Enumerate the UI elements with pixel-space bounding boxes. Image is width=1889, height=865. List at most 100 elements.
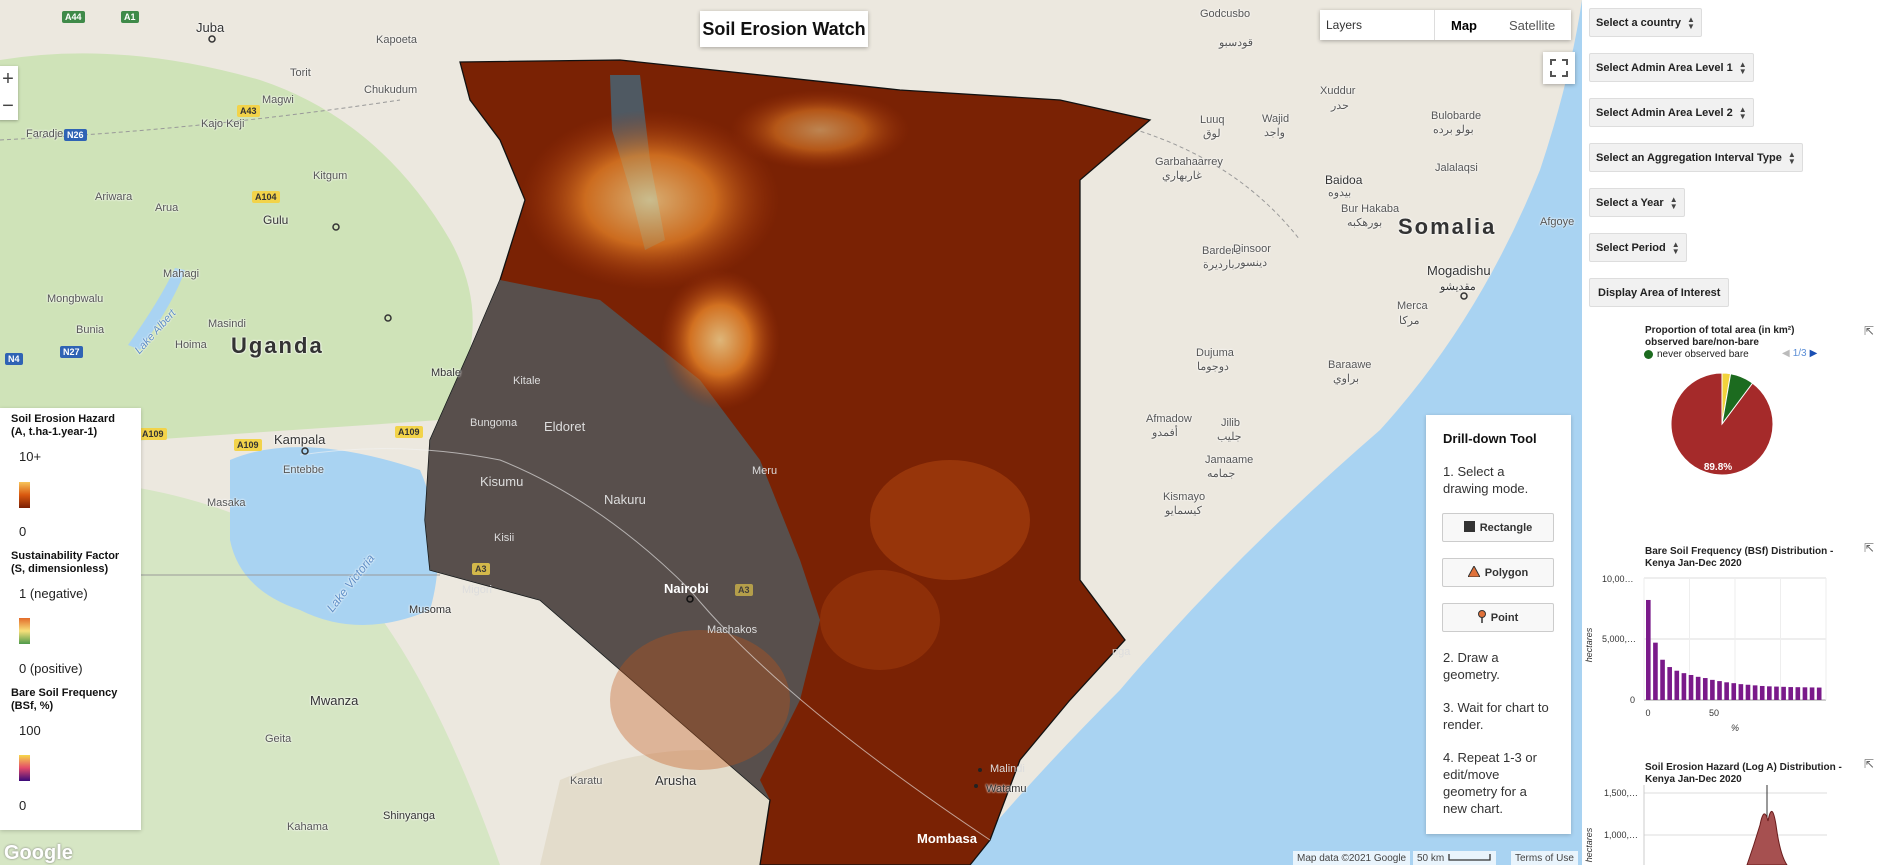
google-logo: Google	[4, 842, 73, 864]
histogram-bar[interactable]	[1788, 687, 1794, 700]
legend-sustain-max: 1 (negative)	[19, 586, 88, 601]
histogram-bar[interactable]	[1710, 679, 1715, 700]
zoom-out-button[interactable]: −	[0, 93, 18, 120]
road-shield: A109	[139, 428, 167, 440]
bsf-ytick-top: 10,00…	[1602, 574, 1634, 584]
select-year-label: Select a Year	[1596, 196, 1664, 209]
label-xuddur-ar: حدر	[1331, 100, 1349, 112]
road-shield: A109	[395, 426, 423, 438]
bsf-ytick-mid: 5,000,…	[1602, 634, 1636, 644]
map-canvas[interactable]: Somalia Uganda Juba Kampala Nairobi Moga…	[0, 0, 1582, 865]
histogram-bar[interactable]	[1702, 678, 1708, 700]
histogram-bar[interactable]	[1681, 673, 1687, 700]
pie-chart: 89.8%	[1670, 372, 1774, 476]
select-period-label: Select Period	[1596, 241, 1666, 254]
histogram-bar[interactable]	[1738, 684, 1744, 700]
terms-link[interactable]: Terms of Use	[1511, 851, 1578, 865]
zoom-in-button[interactable]: +	[0, 66, 18, 93]
label-arusha: Arusha	[655, 773, 697, 788]
label-bunia: Bunia	[76, 324, 105, 336]
histogram-bar[interactable]	[1759, 685, 1765, 700]
rectangle-button[interactable]: Rectangle	[1442, 513, 1554, 542]
map-type-map-button[interactable]: Map	[1435, 10, 1493, 40]
legend-erosion-min: 0	[19, 524, 27, 539]
label-machakos: Machakos	[707, 624, 758, 636]
histogram-bar[interactable]	[1667, 667, 1672, 700]
histogram-bar[interactable]	[1731, 683, 1737, 700]
histogram-bar[interactable]	[1695, 676, 1701, 700]
legend-bare-title-line2: (BSf, %)	[11, 700, 54, 712]
histogram-bar[interactable]	[1795, 687, 1801, 700]
histogram-bar[interactable]	[1781, 686, 1786, 700]
bsf-xlabel: %	[1731, 723, 1739, 733]
histogram-bar[interactable]	[1752, 685, 1758, 700]
legend-sustain-title: Sustainability Factor (S, dimensionless)	[11, 550, 119, 576]
histogram-bar[interactable]	[1646, 599, 1651, 700]
label-baidoa: Baidoa	[1325, 173, 1363, 187]
histogram-bar[interactable]	[1809, 687, 1815, 700]
popout-icon[interactable]: ⇱	[1864, 541, 1874, 555]
label-mogadishu-ar: مقديشو	[1440, 281, 1476, 293]
select-period[interactable]: Select Period ▲ ▼	[1589, 233, 1687, 262]
select-year[interactable]: Select a Year ▲ ▼	[1589, 188, 1685, 217]
display-aoi-button[interactable]: Display Area of Interest	[1589, 278, 1730, 307]
map-type-satellite-button[interactable]: Satellite	[1493, 10, 1571, 40]
erosion-ytick-mid: 1,000,…	[1604, 830, 1638, 840]
updown-arrow-icon: ▲ ▼	[1686, 14, 1695, 31]
label-ariwara: Ariwara	[95, 191, 133, 203]
select-country[interactable]: Select a country ▲ ▼	[1589, 8, 1702, 37]
histogram-bar[interactable]	[1816, 687, 1822, 700]
histogram-bar[interactable]	[1745, 684, 1751, 700]
road-shield: A3	[472, 563, 490, 575]
label-kapoeta: Kapoeta	[376, 34, 417, 46]
histogram-bar[interactable]	[1774, 686, 1779, 700]
label-kitgum: Kitgum	[313, 170, 348, 182]
select-admin-level-1-label: Select Admin Area Level 1	[1596, 61, 1733, 74]
histogram-bar[interactable]	[1674, 670, 1680, 700]
bsf-ylabel: hectares	[1584, 627, 1594, 662]
label-faradje: Faradje	[26, 128, 64, 140]
scale-bar: 50 km	[1413, 851, 1497, 865]
label-kismayo-ar: كيسمايو	[1165, 505, 1202, 517]
pager-next-icon[interactable]: ▶	[1810, 348, 1818, 359]
pager-prev-icon[interactable]: ◀	[1782, 348, 1790, 359]
histogram-bar[interactable]	[1724, 682, 1729, 700]
histogram-bar[interactable]	[1688, 674, 1694, 700]
histogram-bar[interactable]	[1717, 681, 1722, 700]
erosion-distribution-area	[1746, 811, 1788, 865]
label-dujuma: Dujuma	[1196, 347, 1234, 359]
legend-erosion-title-line1: Soil Erosion Hazard	[11, 413, 115, 425]
label-kitale: Kitale	[513, 375, 541, 387]
histogram-bar[interactable]	[1767, 686, 1772, 700]
label-kampala: Kampala	[274, 432, 326, 447]
pager-label: 1/3	[1792, 348, 1807, 359]
label-baraawe: Baraawe	[1328, 359, 1372, 371]
label-mwanza: Mwanza	[310, 693, 359, 708]
pie-legend-label: never observed bare	[1657, 349, 1749, 360]
updown-arrow-icon: ▲ ▼	[1671, 239, 1680, 256]
histogram-bar[interactable]	[1660, 659, 1665, 700]
layers-select[interactable]: Layers	[1320, 10, 1435, 40]
popout-icon[interactable]: ⇱	[1864, 757, 1874, 771]
legend-bare-swatch	[19, 755, 30, 781]
histogram-bar[interactable]	[1653, 642, 1658, 700]
histogram-bar[interactable]	[1802, 687, 1808, 700]
scale-label: 50 km	[1417, 852, 1445, 864]
fullscreen-button[interactable]	[1543, 52, 1575, 84]
polygon-button[interactable]: Polygon	[1442, 558, 1554, 587]
bsf-ytick-bottom: 0	[1630, 695, 1635, 705]
road-shield: N4	[5, 353, 23, 365]
label-chukudum: Chukudum	[364, 84, 418, 96]
popout-icon[interactable]: ⇱	[1864, 324, 1874, 338]
label-bulobarde-ar: بولو برده	[1433, 124, 1474, 136]
label-shinyanga: Shinyanga	[383, 810, 435, 822]
label-kisumu: Kisumu	[480, 474, 524, 489]
select-admin-level-1[interactable]: Select Admin Area Level 1 ▲ ▼	[1589, 53, 1754, 82]
point-button[interactable]: Point	[1442, 603, 1554, 632]
legend-erosion-max: 10+	[19, 449, 42, 464]
select-admin-level-2[interactable]: Select Admin Area Level 2 ▲ ▼	[1589, 98, 1754, 127]
select-aggregation-interval[interactable]: Select an Aggregation Interval Type ▲ ▼	[1589, 143, 1803, 172]
label-baraawe-ar: براوي	[1333, 373, 1360, 385]
label-godcusbo: Godcusbo	[1200, 8, 1251, 20]
label-luuq: Luuq	[1200, 114, 1225, 126]
